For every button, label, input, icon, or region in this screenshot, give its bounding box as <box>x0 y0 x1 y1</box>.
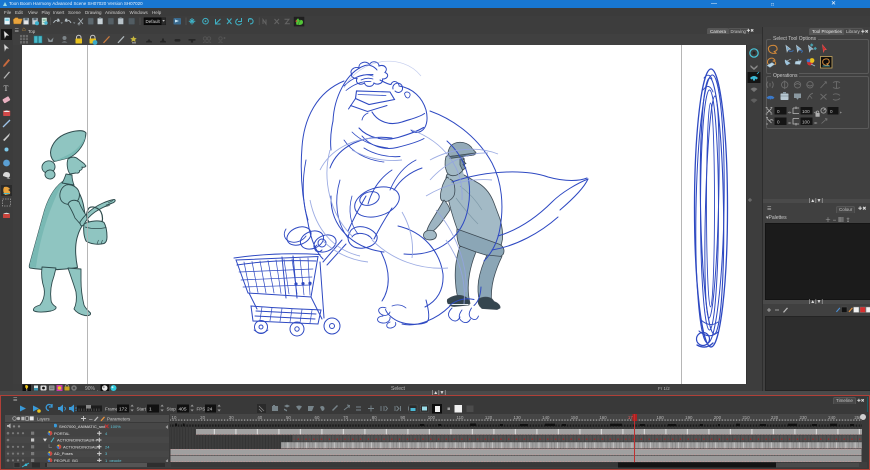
svg-text:◂▸: ◂▸ <box>788 110 792 115</box>
svg-text:Fr 1/2: Fr 1/2 <box>658 386 670 391</box>
svg-text:100: 100 <box>802 120 810 125</box>
svg-text:◂▸: ◂▸ <box>814 120 818 125</box>
svg-text:Default: Default <box>146 19 161 24</box>
svg-text:100: 100 <box>802 109 810 114</box>
svg-text:▸: ▸ <box>840 110 842 115</box>
svg-text:◂▸: ◂▸ <box>788 120 792 125</box>
svg-text:0: 0 <box>777 109 780 114</box>
svg-text:0: 0 <box>777 120 780 125</box>
svg-text:0: 0 <box>830 109 833 114</box>
svg-text:T: T <box>4 84 9 93</box>
